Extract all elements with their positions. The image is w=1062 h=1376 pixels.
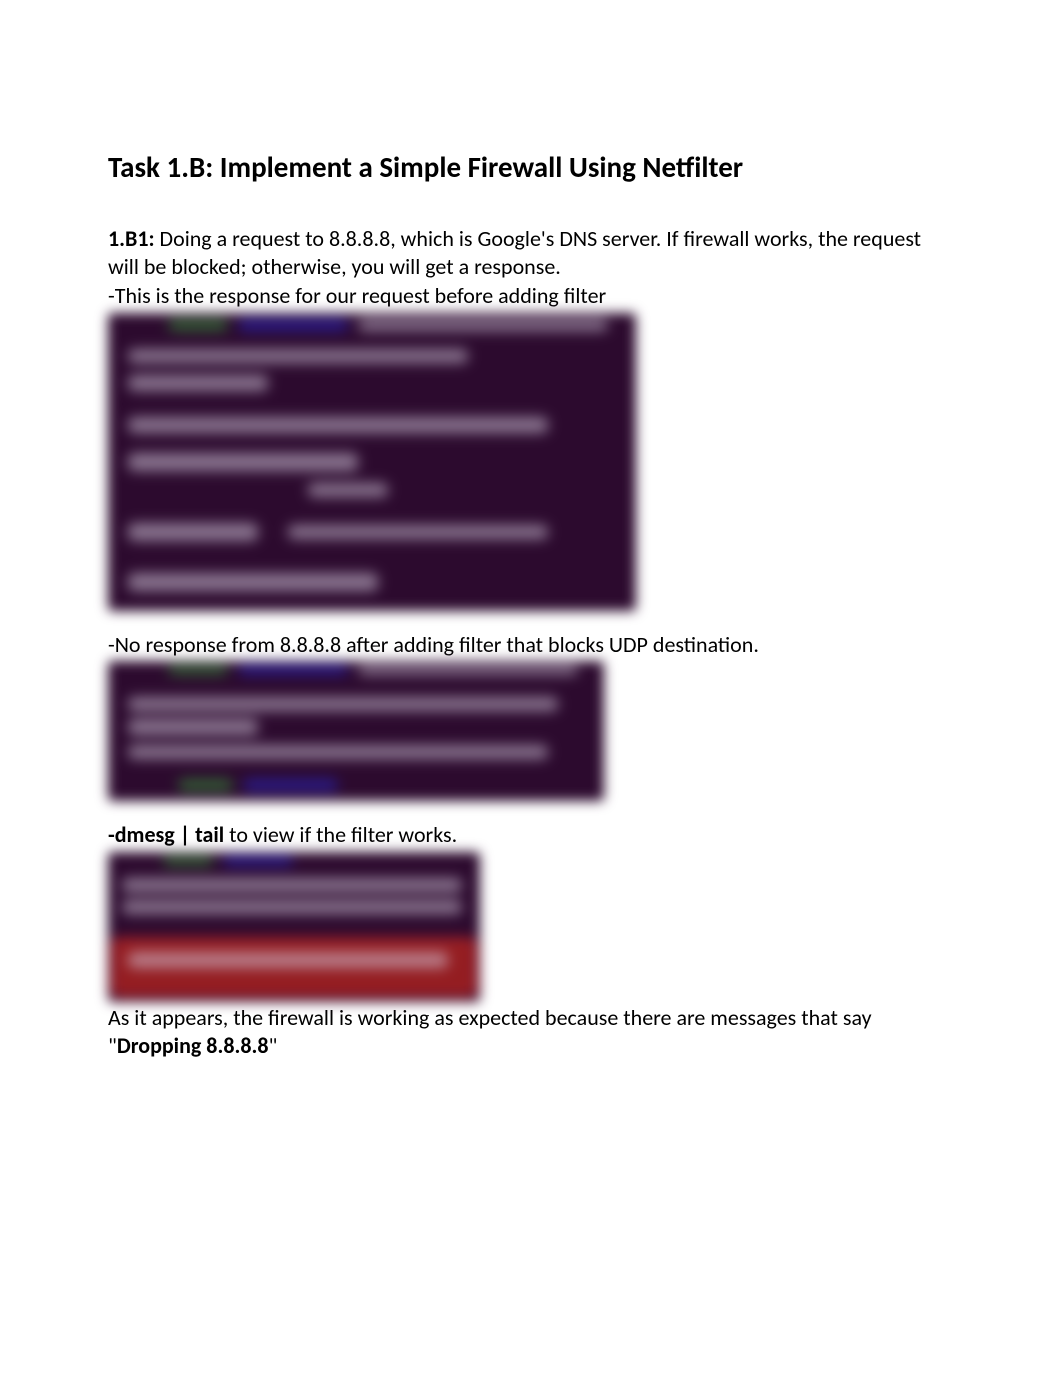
terminal-screenshot-after-filter <box>108 661 604 801</box>
section-1b1-note: -This is the response for our request be… <box>108 282 954 311</box>
section-4-post: " <box>269 1032 278 1059</box>
section-3-tail: to view if the filter works. <box>224 821 457 848</box>
terminal-screenshot-dmesg <box>108 852 480 1002</box>
section-1b1: 1.B1: Doing a request to 8.8.8.8, which … <box>108 225 954 282</box>
section-3: -dmesg | tail to view if the filter work… <box>108 821 954 850</box>
section-4-bold: Dropping 8.8.8.8 <box>117 1032 269 1059</box>
terminal-screenshot-before-filter <box>108 313 636 611</box>
page-title: Task 1.B: Implement a Simple Firewall Us… <box>108 150 954 185</box>
document-page: Task 1.B: Implement a Simple Firewall Us… <box>0 0 1062 1376</box>
section-1b1-label: 1.B1: <box>108 225 155 252</box>
section-3-cmd: -dmesg | tail <box>108 821 224 848</box>
section-1b1-body: Doing a request to 8.8.8.8, which is Goo… <box>108 225 921 281</box>
section-2-body: -No response from 8.8.8.8 after adding f… <box>108 631 954 660</box>
section-4: As it appears, the firewall is working a… <box>108 1004 954 1061</box>
